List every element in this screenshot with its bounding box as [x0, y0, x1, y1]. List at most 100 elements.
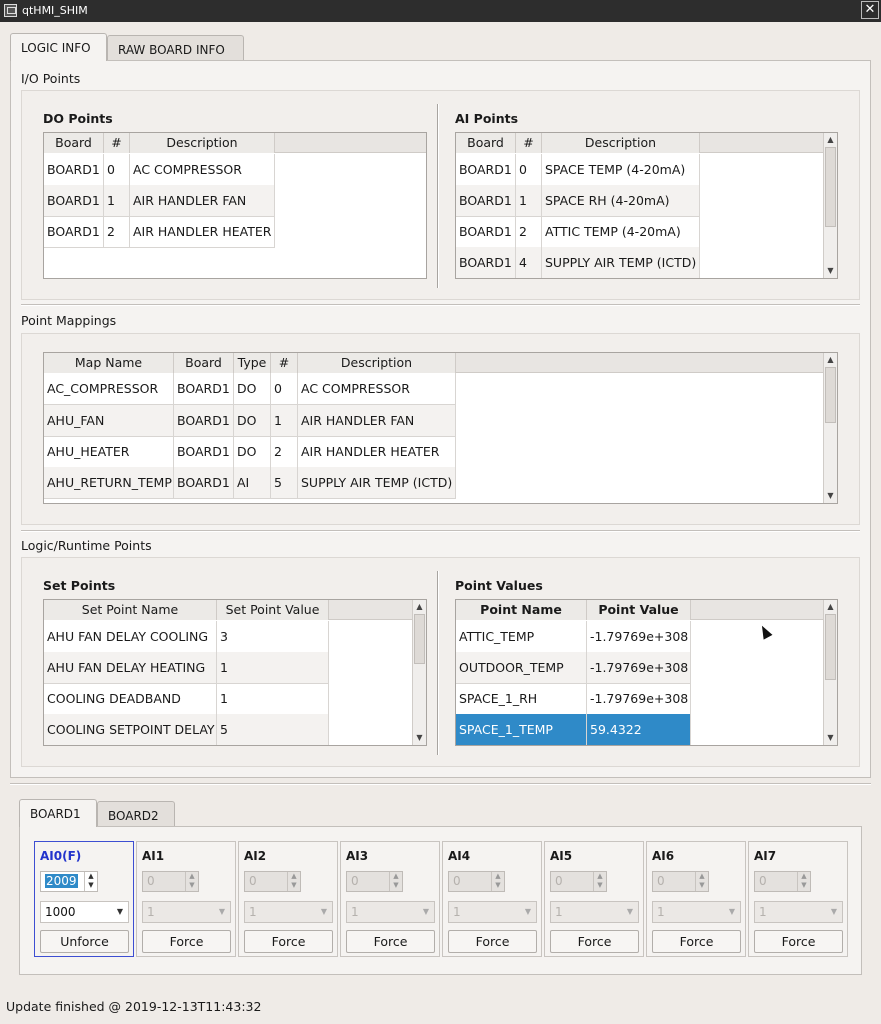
ai-value-spinbox: 0 ▲ ▼: [550, 871, 607, 892]
table-cell: 5: [271, 467, 298, 499]
column-header[interactable]: Board: [174, 353, 234, 373]
tab-board1[interactable]: BOARD1: [19, 799, 97, 827]
vertical-scrollbar[interactable]: ▲ ▼: [823, 600, 837, 745]
tab-board2[interactable]: BOARD2: [97, 801, 175, 827]
point-mappings-label: Point Mappings: [21, 313, 117, 328]
logic-splitter[interactable]: [437, 571, 439, 755]
scrollbar-thumb[interactable]: [825, 147, 836, 227]
dropdown-value: 1: [759, 905, 767, 919]
set-points-table[interactable]: Set Point Name Set Point Value AHU FAN D…: [43, 599, 427, 746]
tab-raw-board-info[interactable]: RAW BOARD INFO: [107, 35, 244, 61]
ai-points-table[interactable]: Board # Description BOARD1 0 SPACE TEMP …: [455, 132, 838, 279]
column-header[interactable]: #: [271, 353, 298, 373]
column-header[interactable]: Point Value: [587, 600, 691, 620]
table-cell: BOARD1: [174, 405, 234, 437]
vertical-scrollbar[interactable]: ▲ ▼: [412, 600, 426, 745]
table-cell: 2: [271, 436, 298, 468]
column-header[interactable]: Description: [298, 353, 456, 373]
table-cell: BOARD1: [44, 154, 104, 186]
column-header[interactable]: Board: [44, 133, 104, 153]
column-header[interactable]: #: [516, 133, 542, 153]
table-cell: 2: [516, 216, 542, 248]
spin-arrows-icon: ▲ ▼: [389, 872, 402, 891]
logic-runtime-label: Logic/Runtime Points: [21, 538, 152, 553]
column-header[interactable]: Set Point Name: [44, 600, 217, 620]
table-cell: COOLING DEADBAND: [44, 683, 217, 715]
chevron-down-icon: ▼: [524, 907, 531, 916]
column-header[interactable]: #: [104, 133, 130, 153]
force-button[interactable]: Force: [142, 930, 231, 953]
spin-arrows-icon: ▲ ▼: [491, 872, 504, 891]
table-cell: 5: [217, 714, 329, 745]
scroll-up-icon[interactable]: ▲: [824, 353, 837, 367]
scrollbar-thumb[interactable]: [825, 614, 836, 680]
column-header[interactable]: Description: [542, 133, 700, 153]
dropdown-value: 1: [147, 905, 155, 919]
ai-range-dropdown[interactable]: 1000 ▼: [40, 901, 129, 923]
table-cell: COOLING SETPOINT DELAY: [44, 714, 217, 745]
scroll-down-icon[interactable]: ▼: [824, 731, 837, 745]
column-header[interactable]: Set Point Value: [217, 600, 329, 620]
ai-value-spinbox: 0 ▲ ▼: [244, 871, 301, 892]
table-cell: 0: [271, 373, 298, 405]
force-button[interactable]: Force: [652, 930, 741, 953]
table-cell: 3: [217, 621, 329, 653]
ai-channel-label: AI3: [346, 849, 369, 863]
unforce-button[interactable]: Unforce: [40, 930, 129, 953]
force-button[interactable]: Force: [244, 930, 333, 953]
force-button[interactable]: Force: [550, 930, 639, 953]
ai-channel-label: AI7: [754, 849, 777, 863]
do-points-table[interactable]: Board # Description BOARD1 0 AC COMPRESS…: [43, 132, 427, 279]
force-button[interactable]: Force: [448, 930, 537, 953]
ai-points-title: AI Points: [455, 111, 519, 126]
table-cell: AHU_HEATER: [44, 436, 174, 468]
section-divider: [21, 304, 860, 306]
close-icon[interactable]: ✕: [861, 1, 879, 19]
status-bar-text: Update finished @ 2019-12-13T11:43:32: [6, 999, 262, 1014]
vertical-scrollbar[interactable]: ▲ ▼: [823, 353, 837, 503]
ai-channel-3: AI3 0 ▲ ▼ 1 ▼ Force: [340, 841, 440, 957]
scroll-down-icon[interactable]: ▼: [824, 489, 837, 503]
io-splitter[interactable]: [437, 104, 439, 288]
table-cell: AC COMPRESSOR: [298, 373, 456, 405]
scrollbar-thumb[interactable]: [825, 367, 836, 423]
spin-arrows-icon[interactable]: ▲ ▼: [84, 872, 97, 891]
ai-value-spinbox[interactable]: 2009 ▲ ▼: [40, 871, 98, 892]
ai-channel-1: AI1 0 ▲ ▼ 1 ▼ Force: [136, 841, 236, 957]
scroll-up-icon[interactable]: ▲: [413, 600, 426, 614]
table-cell: 0: [104, 154, 130, 186]
force-button[interactable]: Force: [346, 930, 435, 953]
spinbox-value: 0: [147, 874, 155, 888]
scroll-up-icon[interactable]: ▲: [824, 133, 837, 147]
scroll-down-icon[interactable]: ▼: [413, 731, 426, 745]
vertical-scrollbar[interactable]: ▲ ▼: [823, 133, 837, 278]
scrollbar-thumb[interactable]: [414, 614, 425, 664]
ai-value-spinbox: 0 ▲ ▼: [142, 871, 199, 892]
ai-channel-0: AI0(F) 2009 ▲ ▼ 1000 ▼ Unforce: [34, 841, 134, 957]
scroll-down-icon[interactable]: ▼: [824, 264, 837, 278]
window-titlebar: qtHMI_SHIM ✕: [0, 0, 881, 22]
table-cell: 59.4322: [587, 714, 691, 745]
table-cell: AHU FAN DELAY HEATING: [44, 652, 217, 684]
tab-logic-info[interactable]: LOGIC INFO: [10, 33, 107, 61]
point-values-table[interactable]: Point Name Point Value ATTIC_TEMP -1.797…: [455, 599, 838, 746]
column-header[interactable]: Type: [234, 353, 271, 373]
section-divider: [21, 530, 860, 532]
table-cell: DO: [234, 373, 271, 405]
table-cell: SUPPLY AIR TEMP (ICTD): [298, 467, 456, 499]
ai-channel-6: AI6 0 ▲ ▼ 1 ▼ Force: [646, 841, 746, 957]
force-button[interactable]: Force: [754, 930, 843, 953]
ai-channel-label: AI2: [244, 849, 267, 863]
table-cell: SPACE RH (4-20mA): [542, 185, 700, 217]
ai-range-dropdown: 1 ▼: [448, 901, 537, 923]
column-header[interactable]: Board: [456, 133, 516, 153]
table-cell: BOARD1: [44, 185, 104, 217]
spin-arrows-icon: ▲ ▼: [797, 872, 810, 891]
scroll-up-icon[interactable]: ▲: [824, 600, 837, 614]
column-header[interactable]: Map Name: [44, 353, 174, 373]
column-header[interactable]: Point Name: [456, 600, 587, 620]
dropdown-value: 1: [657, 905, 665, 919]
point-mappings-table[interactable]: Map Name Board Type # Description AC_COM…: [43, 352, 838, 504]
spinbox-value: 0: [453, 874, 461, 888]
column-header[interactable]: Description: [130, 133, 275, 153]
